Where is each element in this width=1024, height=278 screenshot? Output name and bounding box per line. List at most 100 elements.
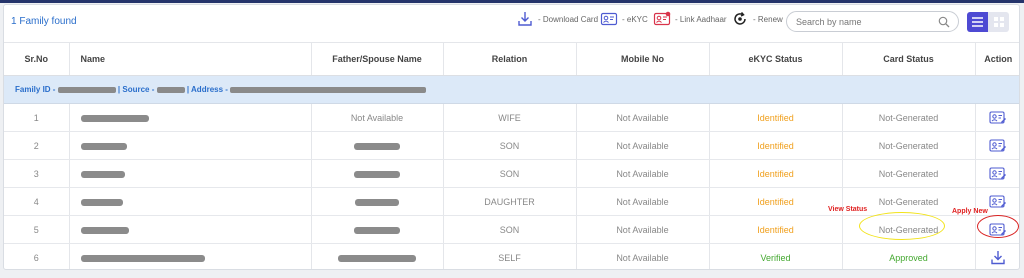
father-cell xyxy=(311,131,444,160)
legend-link-aadhaar: - Link Aadhaar xyxy=(653,10,727,28)
father-cell xyxy=(311,159,444,188)
toolbar: 1 Family found - Download Card - eKYC - … xyxy=(4,5,1019,39)
grid-view-button[interactable] xyxy=(988,12,1009,32)
card-status-cell: Not-Generated xyxy=(842,103,976,132)
mobile-cell: Not Available xyxy=(576,243,710,269)
renew-icon xyxy=(734,12,746,25)
mobile-cell: Not Available xyxy=(576,159,710,188)
name-cell xyxy=(69,187,312,216)
family-members-table: Sr.No Name Father/Spouse Name Relation M… xyxy=(4,42,1019,270)
sr-cell: 4 xyxy=(4,187,70,216)
table-row[interactable]: 6 SELF Not Available Verified Approved xyxy=(4,243,1019,270)
family-card: 1 Family found - Download Card - eKYC - … xyxy=(3,4,1020,270)
action-cell xyxy=(975,159,1019,188)
family-id-label: Family ID - xyxy=(15,85,58,94)
redacted-name xyxy=(80,142,127,150)
col-header-card: Card Status xyxy=(842,42,976,76)
mobile-cell: Not Available xyxy=(576,187,710,216)
col-header-father: Father/Spouse Name xyxy=(311,42,444,76)
ekyc-card-icon[interactable] xyxy=(989,165,1007,182)
action-cell xyxy=(975,244,1019,270)
col-header-relation: Relation xyxy=(443,42,577,76)
apply-new-highlight xyxy=(977,215,1019,238)
download-icon xyxy=(518,12,532,26)
redacted-address xyxy=(230,86,427,93)
table-header-row: Sr.No Name Father/Spouse Name Relation M… xyxy=(4,42,1019,76)
ekyc-status-cell: Identified xyxy=(709,215,843,244)
view-toggle xyxy=(967,12,1009,32)
family-address-label: | Address - xyxy=(186,85,231,94)
col-header-mobile: Mobile No xyxy=(576,42,710,76)
redacted-father-name xyxy=(338,254,416,262)
legend-download: - Download Card xyxy=(516,10,598,28)
ekyc-card-icon[interactable] xyxy=(989,137,1007,154)
top-accent-bar xyxy=(0,0,1024,3)
father-cell xyxy=(311,215,444,244)
redacted-name xyxy=(80,254,205,262)
legend-link-aadhaar-label: - Link Aadhaar xyxy=(675,14,727,24)
family-count-text: 1 Family found xyxy=(11,16,77,27)
view-status-highlight xyxy=(859,212,945,240)
ekyc-card-icon[interactable] xyxy=(989,193,1007,210)
sr-cell: 5 xyxy=(4,215,70,244)
redacted-name xyxy=(80,114,149,122)
redacted-name xyxy=(80,198,123,206)
table-row[interactable]: 4 DAUGHTER Not Available Identified Not-… xyxy=(4,187,1019,216)
list-view-button[interactable] xyxy=(967,12,988,32)
redacted-father-name xyxy=(354,226,400,234)
table-row[interactable]: 1 Not Available WIFE Not Available Ident… xyxy=(4,103,1019,132)
sr-cell: 3 xyxy=(4,159,70,188)
name-cell xyxy=(69,131,312,160)
apply-new-annotation: Apply New xyxy=(952,208,988,215)
legend-renew: - Renew xyxy=(731,10,783,28)
family-info-row: Family ID - | Source - | Address - xyxy=(4,75,1019,104)
ekyc-status-cell: Verified xyxy=(709,243,843,269)
legend-ekyc-label: - eKYC xyxy=(622,14,648,24)
redacted-family-id xyxy=(57,86,116,93)
ekyc-status-cell: Identified xyxy=(709,103,843,132)
table-row[interactable]: 3 SON Not Available Identified Not-Gener… xyxy=(4,159,1019,188)
redacted-name xyxy=(80,170,125,178)
search-input[interactable] xyxy=(796,15,936,29)
father-cell xyxy=(311,187,444,216)
search-icon[interactable] xyxy=(938,16,950,28)
action-cell xyxy=(975,103,1019,132)
relation-cell: DAUGHTER xyxy=(443,187,577,216)
relation-cell: SON xyxy=(443,215,577,244)
download-icon[interactable] xyxy=(989,249,1007,266)
search-box xyxy=(786,11,959,32)
redacted-name xyxy=(80,226,129,234)
action-cell xyxy=(975,131,1019,160)
name-cell xyxy=(69,159,312,188)
ekyc-status-cell: Identified xyxy=(709,159,843,188)
name-cell xyxy=(69,215,312,244)
relation-cell: SELF xyxy=(443,243,577,269)
link-aadhaar-icon xyxy=(653,11,671,26)
relation-cell: WIFE xyxy=(443,103,577,132)
ekyc-status-cell: Identified xyxy=(709,187,843,216)
sr-cell: 2 xyxy=(4,131,70,160)
legend-ekyc: - eKYC xyxy=(600,10,648,28)
mobile-cell: Not Available xyxy=(576,103,710,132)
father-cell: Not Available xyxy=(311,103,444,132)
view-status-annotation: View Status xyxy=(828,206,868,213)
family-source-label: | Source - xyxy=(117,85,157,94)
legend-download-label: - Download Card xyxy=(538,14,599,24)
table-row[interactable]: 2 SON Not Available Identified Not-Gener… xyxy=(4,131,1019,160)
ekyc-card-icon[interactable] xyxy=(989,109,1007,126)
redacted-father-name xyxy=(355,198,399,206)
card-status-cell: Not-Generated xyxy=(842,131,976,160)
card-status-cell: Not-Generated xyxy=(842,159,976,188)
grid-view-icon xyxy=(993,17,1004,27)
redacted-source xyxy=(156,86,185,93)
family-info: Family ID - | Source - | Address - xyxy=(4,75,1019,104)
ekyc-status-cell: Identified xyxy=(709,131,843,160)
sr-cell: 6 xyxy=(4,243,70,269)
card-status-cell: Approved xyxy=(842,243,976,269)
relation-cell: SON xyxy=(443,131,577,160)
col-header-sr: Sr.No xyxy=(4,42,70,76)
redacted-father-name xyxy=(354,170,400,178)
name-cell xyxy=(69,103,312,132)
relation-cell: SON xyxy=(443,159,577,188)
mobile-cell: Not Available xyxy=(576,215,710,244)
